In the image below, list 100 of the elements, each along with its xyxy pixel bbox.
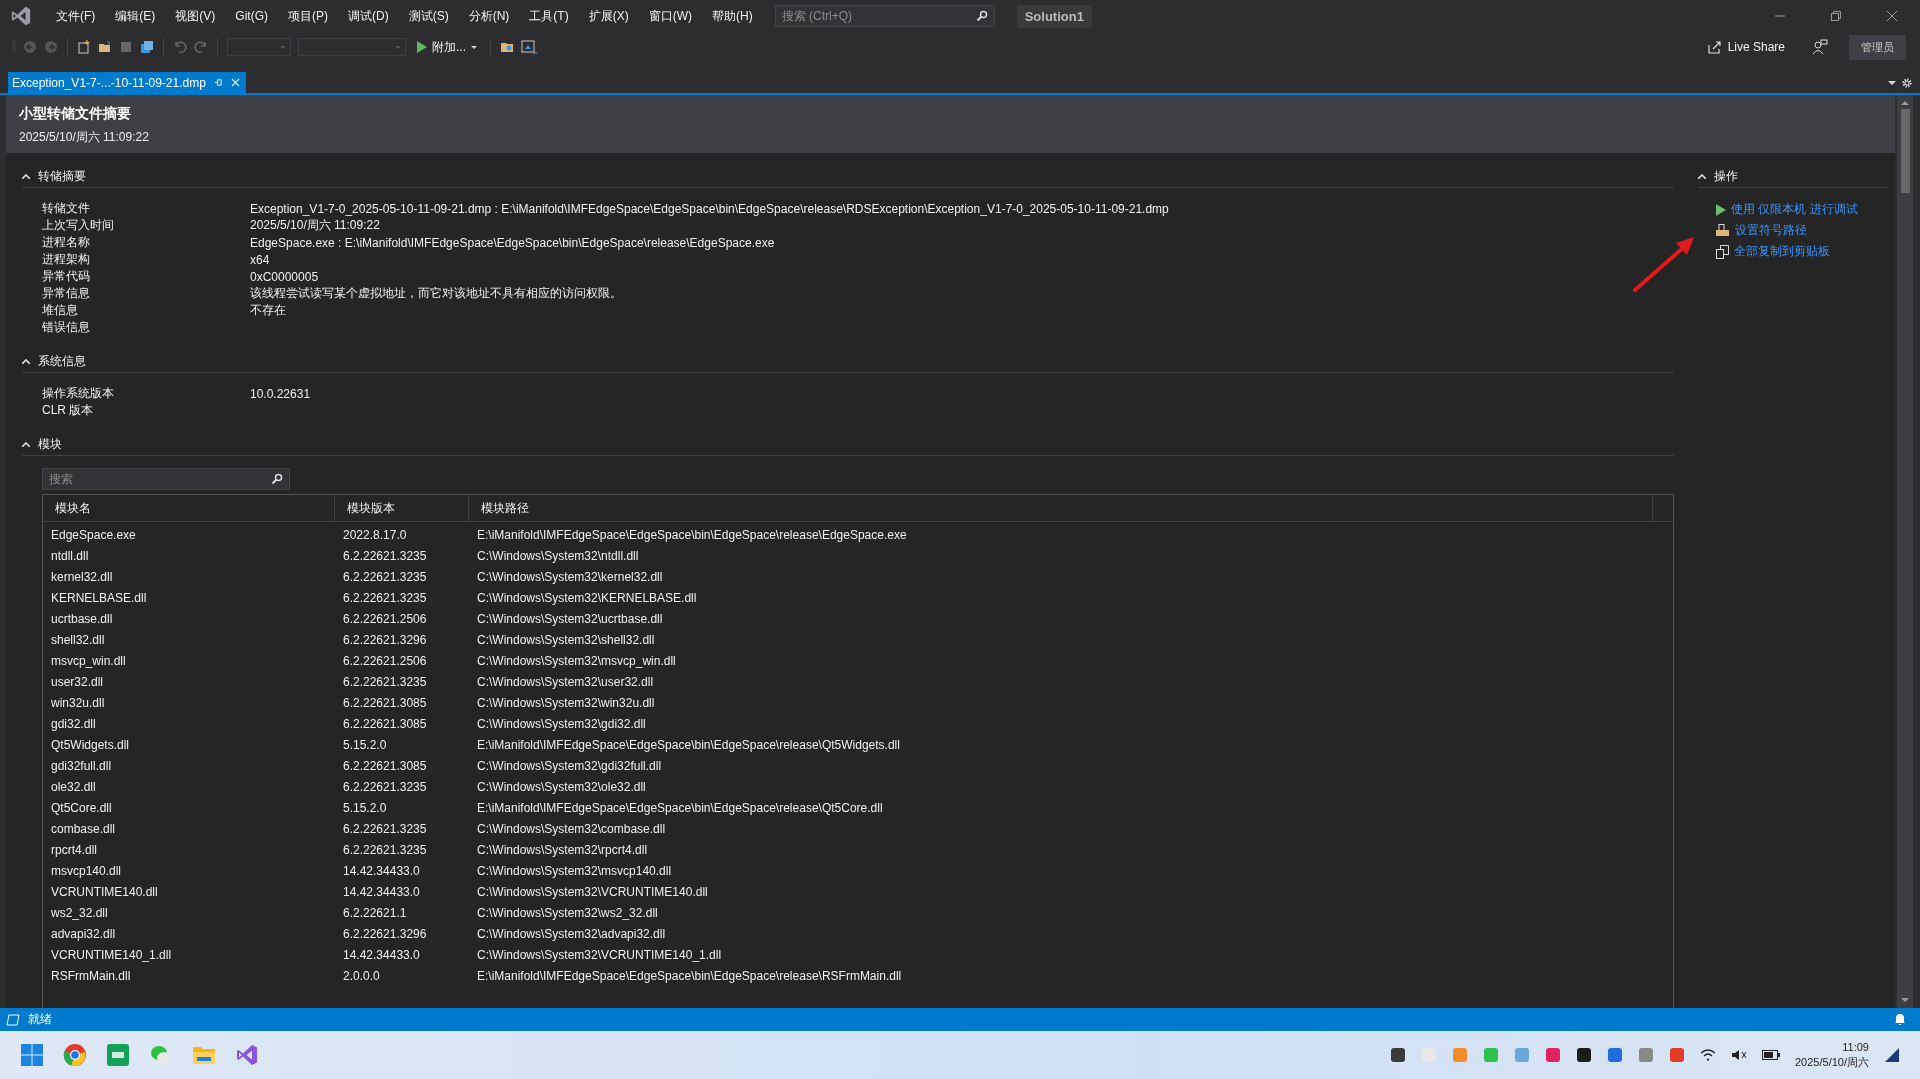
table-cell-text: combase.dll <box>50 821 117 836</box>
person-icon[interactable] <box>1812 39 1828 55</box>
table-cell-text: C:\Windows\System32\kernel32.dll <box>476 569 664 584</box>
table-cell-text: msvcp140.dll <box>50 863 123 878</box>
restore-icon[interactable] <box>1831 11 1841 21</box>
section-header[interactable]: 转储摘要 <box>22 165 1674 188</box>
page-title: 小型转储文件摘要 <box>19 105 132 123</box>
column-header[interactable]: 模块路径 <box>469 495 1653 521</box>
vs-logo-icon <box>10 5 32 27</box>
chevron-icon <box>22 173 30 179</box>
settings-icon[interactable] <box>1902 77 1912 88</box>
bell-icon[interactable] <box>1894 1013 1906 1026</box>
field-value: x64 <box>250 252 270 267</box>
table-cell-text: C:\Windows\System32\gdi32.dll <box>476 716 647 731</box>
admin-badge[interactable]: 管理员 <box>1849 34 1906 60</box>
undo-icon[interactable] <box>173 40 187 54</box>
field-label: 堆信息 <box>42 302 79 319</box>
menu-item[interactable]: 调试(D) <box>338 7 399 25</box>
document-tab[interactable]: Exception_V1-7-...-10-11-09-21.dmp <box>8 72 246 93</box>
new-item-icon[interactable] <box>77 40 91 54</box>
action-link[interactable]: 设置符号路径 <box>1735 222 1807 239</box>
section-header[interactable]: 模块 <box>22 433 1674 456</box>
wifi-icon[interactable] <box>1700 1049 1716 1061</box>
field-label: 进程名称 <box>42 234 91 251</box>
output-icon <box>6 1013 20 1026</box>
table-cell-text: C:\Windows\System32\msvcp140.dll <box>476 863 673 878</box>
find-folder-icon[interactable] <box>500 40 514 54</box>
menu-item[interactable]: 测试(S) <box>398 7 459 25</box>
table-cell-text: 6.2.22621.3235 <box>342 569 428 584</box>
field-label: 异常代码 <box>42 268 91 285</box>
column-header[interactable]: 模块版本 <box>335 495 469 521</box>
table-cell-text: 14.42.34433.0 <box>342 884 421 899</box>
clock-time[interactable]: 11:09 <box>1842 1040 1869 1055</box>
section-header[interactable]: 系统信息 <box>22 350 1674 373</box>
scrollbar-thumb[interactable] <box>1900 109 1910 193</box>
table-cell-text: ws2_32.dll <box>50 905 109 920</box>
volume-icon[interactable] <box>1731 1049 1747 1061</box>
menu-item[interactable]: 分析(N) <box>458 7 520 25</box>
app-icon[interactable] <box>106 1043 130 1067</box>
tray-icon[interactable] <box>1390 1047 1406 1063</box>
table-cell-text: C:\Windows\System32\ole32.dll <box>476 779 647 794</box>
dropdown-field[interactable] <box>298 38 406 56</box>
table-cell-text: rpcrt4.dll <box>50 842 98 857</box>
open-folder-icon[interactable] <box>98 40 112 54</box>
attach-button[interactable]: 附加... <box>413 36 481 58</box>
table-cell-text: RSFrmMain.dll <box>50 968 132 983</box>
browser-icon[interactable] <box>521 40 537 54</box>
play-icon <box>1716 203 1726 216</box>
close-icon[interactable] <box>1887 11 1897 21</box>
dropdown-field[interactable] <box>227 38 291 56</box>
column-header[interactable]: 模块名 <box>43 495 335 521</box>
field-value: 不存在 <box>250 302 286 319</box>
menu-item[interactable]: 视图(V) <box>165 7 226 25</box>
chat-icon[interactable] <box>149 1043 173 1067</box>
battery-icon[interactable] <box>1762 1050 1780 1060</box>
table-cell-text: C:\Windows\System32\win32u.dll <box>476 695 656 710</box>
menu-item[interactable]: 文件(F) <box>46 7 106 25</box>
scrollbar[interactable] <box>1897 95 1913 1008</box>
table-cell-text: 6.2.22621.3085 <box>342 716 428 731</box>
vs-logo-icon[interactable] <box>235 1043 259 1067</box>
menu-item[interactable]: 工具(T) <box>519 7 579 25</box>
table-cell-text: 6.2.22621.3235 <box>342 842 428 857</box>
table-cell-text: KERNELBASE.dll <box>50 590 148 605</box>
live-share-button[interactable]: Live Share <box>1703 38 1789 56</box>
table-cell-text: 2.0.0.0 <box>342 968 381 983</box>
search-field[interactable]: 搜索 (Ctrl+Q) <box>774 5 995 27</box>
chevron-icon <box>22 441 30 447</box>
menu-item[interactable]: 项目(P) <box>278 7 338 25</box>
table-cell-text: user32.dll <box>50 674 105 689</box>
field-value: 0xC0000005 <box>250 269 319 284</box>
pin-icon[interactable] <box>213 78 223 87</box>
table-cell-text: C:\Windows\System32\ntdll.dll <box>476 548 640 563</box>
save-all-icon[interactable] <box>140 40 154 54</box>
section-header[interactable]: 操作 <box>1698 165 1888 188</box>
scroll-down-icon[interactable] <box>1901 998 1909 1002</box>
search-input[interactable]: 搜索 <box>49 472 271 486</box>
menu-item[interactable]: 扩展(X) <box>578 7 639 25</box>
menu-item[interactable]: 帮助(H) <box>702 7 763 25</box>
menu-item[interactable]: 窗口(W) <box>638 7 702 25</box>
browser-icon[interactable] <box>63 1043 87 1067</box>
table-cell-text: C:\Windows\System32\gdi32full.dll <box>476 758 663 773</box>
dropdown-icon[interactable] <box>1888 80 1896 85</box>
search-field[interactable]: 搜索 <box>42 468 290 490</box>
action-link[interactable]: 全部复制到剪贴板 <box>1734 243 1830 260</box>
tray-icon[interactable] <box>1576 1047 1592 1063</box>
windows-start-icon[interactable] <box>20 1043 44 1067</box>
scroll-up-icon[interactable] <box>1901 101 1909 105</box>
notification-icon[interactable] <box>1884 1047 1900 1063</box>
menu-item[interactable]: 编辑(E) <box>105 7 166 25</box>
chevron-icon <box>22 358 30 364</box>
action-link[interactable]: 使用 仅限本机 进行调试 <box>1731 201 1858 218</box>
table-cell-text: gdi32full.dll <box>50 758 113 773</box>
caret-icon <box>280 45 286 49</box>
redo-icon[interactable] <box>194 40 208 54</box>
field-label: 错误信息 <box>42 319 91 336</box>
clock-date[interactable]: 2025/5/10/周六 <box>1795 1055 1869 1070</box>
search-input[interactable]: 搜索 (Ctrl+Q) <box>781 9 976 23</box>
table-cell-text: 2022.8.17.0 <box>342 527 408 542</box>
table-cell-text: C:\Windows\System32\KERNELBASE.dll <box>476 590 698 605</box>
menu-item[interactable]: Git(G) <box>225 9 278 23</box>
